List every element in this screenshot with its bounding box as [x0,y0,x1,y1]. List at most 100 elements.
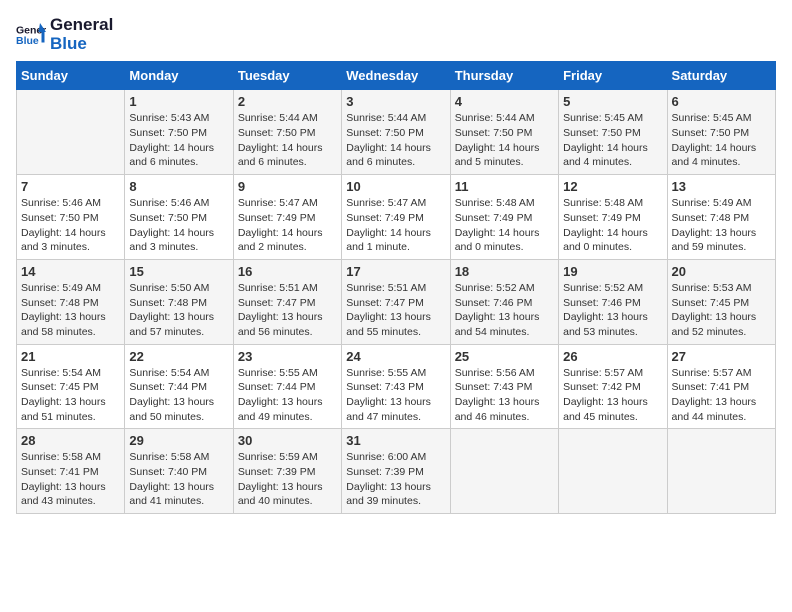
day-info: Sunrise: 5:48 AM Sunset: 7:49 PM Dayligh… [455,196,554,255]
calendar-cell: 22 Sunrise: 5:54 AM Sunset: 7:44 PM Dayli… [125,344,233,429]
day-info: Sunrise: 5:55 AM Sunset: 7:44 PM Dayligh… [238,366,337,425]
day-number: 19 [563,264,662,279]
day-number: 24 [346,349,445,364]
page-header: General Blue General Blue [16,16,776,53]
calendar-cell: 19 Sunrise: 5:52 AM Sunset: 7:46 PM Dayli… [559,259,667,344]
logo-blue: Blue [50,35,113,54]
day-info: Sunrise: 5:45 AM Sunset: 7:50 PM Dayligh… [563,111,662,170]
weekday-header-sunday: Sunday [17,62,125,90]
day-info: Sunrise: 5:51 AM Sunset: 7:47 PM Dayligh… [346,281,445,340]
day-info: Sunrise: 5:43 AM Sunset: 7:50 PM Dayligh… [129,111,228,170]
day-info: Sunrise: 5:44 AM Sunset: 7:50 PM Dayligh… [346,111,445,170]
weekday-header-wednesday: Wednesday [342,62,450,90]
day-info: Sunrise: 5:57 AM Sunset: 7:42 PM Dayligh… [563,366,662,425]
day-number: 22 [129,349,228,364]
day-info: Sunrise: 5:49 AM Sunset: 7:48 PM Dayligh… [672,196,771,255]
calendar-cell: 6 Sunrise: 5:45 AM Sunset: 7:50 PM Daylig… [667,90,775,175]
calendar-cell [450,429,558,514]
calendar-cell: 16 Sunrise: 5:51 AM Sunset: 7:47 PM Dayli… [233,259,341,344]
day-info: Sunrise: 5:58 AM Sunset: 7:40 PM Dayligh… [129,450,228,509]
logo-general: General [50,16,113,35]
calendar-cell: 15 Sunrise: 5:50 AM Sunset: 7:48 PM Dayli… [125,259,233,344]
day-info: Sunrise: 5:50 AM Sunset: 7:48 PM Dayligh… [129,281,228,340]
calendar-cell: 8 Sunrise: 5:46 AM Sunset: 7:50 PM Daylig… [125,175,233,260]
calendar-cell: 14 Sunrise: 5:49 AM Sunset: 7:48 PM Dayli… [17,259,125,344]
calendar-cell [17,90,125,175]
day-info: Sunrise: 5:57 AM Sunset: 7:41 PM Dayligh… [672,366,771,425]
weekday-header-thursday: Thursday [450,62,558,90]
day-number: 27 [672,349,771,364]
day-info: Sunrise: 5:52 AM Sunset: 7:46 PM Dayligh… [563,281,662,340]
day-info: Sunrise: 5:54 AM Sunset: 7:45 PM Dayligh… [21,366,120,425]
calendar-cell: 30 Sunrise: 5:59 AM Sunset: 7:39 PM Dayli… [233,429,341,514]
day-number: 11 [455,179,554,194]
calendar-cell: 25 Sunrise: 5:56 AM Sunset: 7:43 PM Dayli… [450,344,558,429]
calendar-cell: 23 Sunrise: 5:55 AM Sunset: 7:44 PM Dayli… [233,344,341,429]
calendar-cell: 20Sunrise: 5:53 AM Sunset: 7:45 PM Dayli… [667,259,775,344]
day-number: 16 [238,264,337,279]
calendar-cell: 17 Sunrise: 5:51 AM Sunset: 7:47 PM Dayli… [342,259,450,344]
calendar-cell: 27 Sunrise: 5:57 AM Sunset: 7:41 PM Dayli… [667,344,775,429]
day-number: 5 [563,94,662,109]
day-number: 9 [238,179,337,194]
day-number: 23 [238,349,337,364]
day-number: 14 [21,264,120,279]
calendar-week-row: 1 Sunrise: 5:43 AM Sunset: 7:50 PM Daylig… [17,90,776,175]
day-info: Sunrise: 5:52 AM Sunset: 7:46 PM Dayligh… [455,281,554,340]
day-number: 30 [238,433,337,448]
day-number: 25 [455,349,554,364]
calendar-cell: 5 Sunrise: 5:45 AM Sunset: 7:50 PM Daylig… [559,90,667,175]
day-info: Sunrise: 5:44 AM Sunset: 7:50 PM Dayligh… [238,111,337,170]
day-number: 2 [238,94,337,109]
day-number: 13 [672,179,771,194]
calendar-cell: 4Sunrise: 5:44 AM Sunset: 7:50 PM Daylig… [450,90,558,175]
day-info: Sunrise: 5:47 AM Sunset: 7:49 PM Dayligh… [346,196,445,255]
calendar-cell: 28 Sunrise: 5:58 AM Sunset: 7:41 PM Dayli… [17,429,125,514]
calendar-cell: 3 Sunrise: 5:44 AM Sunset: 7:50 PM Daylig… [342,90,450,175]
day-info: Sunrise: 5:59 AM Sunset: 7:39 PM Dayligh… [238,450,337,509]
day-info: Sunrise: 5:46 AM Sunset: 7:50 PM Dayligh… [21,196,120,255]
day-number: 15 [129,264,228,279]
day-number: 1 [129,94,228,109]
day-number: 10 [346,179,445,194]
day-number: 26 [563,349,662,364]
calendar-cell: 10 Sunrise: 5:47 AM Sunset: 7:49 PM Dayli… [342,175,450,260]
calendar-cell: 31Sunrise: 6:00 AM Sunset: 7:39 PM Dayli… [342,429,450,514]
day-number: 17 [346,264,445,279]
day-info: Sunrise: 5:54 AM Sunset: 7:44 PM Dayligh… [129,366,228,425]
day-info: Sunrise: 5:48 AM Sunset: 7:49 PM Dayligh… [563,196,662,255]
day-number: 8 [129,179,228,194]
calendar-cell: 11 Sunrise: 5:48 AM Sunset: 7:49 PM Dayli… [450,175,558,260]
calendar-week-row: 14 Sunrise: 5:49 AM Sunset: 7:48 PM Dayli… [17,259,776,344]
calendar-cell: 9Sunrise: 5:47 AM Sunset: 7:49 PM Daylig… [233,175,341,260]
logo: General Blue General Blue [16,16,113,53]
weekday-header-monday: Monday [125,62,233,90]
calendar-cell: 7 Sunrise: 5:46 AM Sunset: 7:50 PM Daylig… [17,175,125,260]
day-number: 12 [563,179,662,194]
day-number: 18 [455,264,554,279]
day-info: Sunrise: 5:45 AM Sunset: 7:50 PM Dayligh… [672,111,771,170]
day-number: 7 [21,179,120,194]
calendar-week-row: 28 Sunrise: 5:58 AM Sunset: 7:41 PM Dayli… [17,429,776,514]
calendar-table: SundayMondayTuesdayWednesdayThursdayFrid… [16,61,776,514]
calendar-cell [667,429,775,514]
day-number: 28 [21,433,120,448]
calendar-cell: 21 Sunrise: 5:54 AM Sunset: 7:45 PM Dayli… [17,344,125,429]
calendar-cell: 18 Sunrise: 5:52 AM Sunset: 7:46 PM Dayli… [450,259,558,344]
weekday-header-saturday: Saturday [667,62,775,90]
calendar-cell [559,429,667,514]
day-info: Sunrise: 5:51 AM Sunset: 7:47 PM Dayligh… [238,281,337,340]
day-info: Sunrise: 5:58 AM Sunset: 7:41 PM Dayligh… [21,450,120,509]
day-number: 3 [346,94,445,109]
day-number: 21 [21,349,120,364]
day-number: 4 [455,94,554,109]
day-info: Sunrise: 6:00 AM Sunset: 7:39 PM Dayligh… [346,450,445,509]
day-info: Sunrise: 5:56 AM Sunset: 7:43 PM Dayligh… [455,366,554,425]
day-number: 6 [672,94,771,109]
calendar-week-row: 7 Sunrise: 5:46 AM Sunset: 7:50 PM Daylig… [17,175,776,260]
weekday-header-tuesday: Tuesday [233,62,341,90]
day-number: 29 [129,433,228,448]
svg-text:Blue: Blue [16,35,39,47]
day-info: Sunrise: 5:49 AM Sunset: 7:48 PM Dayligh… [21,281,120,340]
day-info: Sunrise: 5:46 AM Sunset: 7:50 PM Dayligh… [129,196,228,255]
